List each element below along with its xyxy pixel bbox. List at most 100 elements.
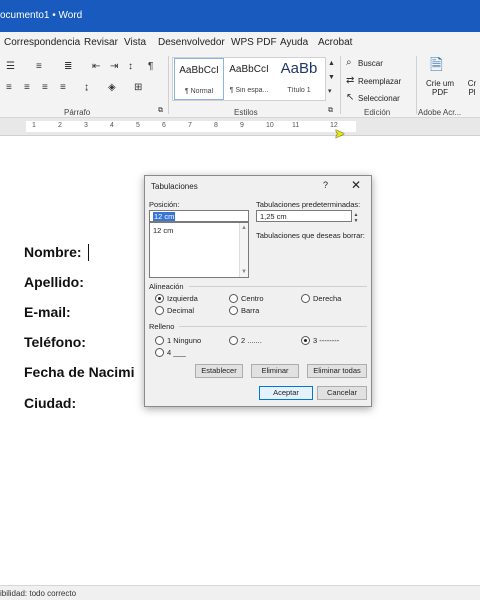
select-button[interactable]: Seleccionar xyxy=(358,94,400,103)
clear-button[interactable]: Eliminar xyxy=(251,364,299,378)
show-marks-icon[interactable]: ¶ xyxy=(148,62,153,72)
style-sample: AaBbCcI xyxy=(179,65,219,76)
multilevel-list-icon[interactable]: ≣ xyxy=(64,62,72,72)
ribbon: ☰ ≡ ≣ ⇤ ⇥ ↕ ¶ ≡ ≡ ≡ ≡ ↨ ◈ ⊞ Párrafo ⧉ Aa… xyxy=(0,52,480,118)
tab-ayuda[interactable]: Ayuda xyxy=(280,37,308,48)
create-pdf-icon[interactable]: 🗎 xyxy=(430,58,443,74)
align-left-radio[interactable]: Izquierda xyxy=(155,294,198,303)
align-right-icon[interactable]: ≡ xyxy=(42,83,48,93)
clear-tabs-label: Tabulaciones que deseas borrar: xyxy=(256,231,365,240)
replace-icon: ⇄ xyxy=(346,75,355,86)
styles-more-icon[interactable]: ▾ xyxy=(328,88,332,95)
scroll-down-icon[interactable]: ▼ xyxy=(241,269,247,275)
clear-all-button[interactable]: Eliminar todas xyxy=(307,364,367,378)
numbering-icon[interactable]: ≡ xyxy=(36,62,42,72)
sort-icon[interactable]: ↕ xyxy=(128,62,133,72)
alignment-label: Alineación xyxy=(149,282,184,291)
search-icon: ⌕ xyxy=(346,57,352,68)
ruler-number: 1 xyxy=(32,122,36,129)
borders-icon[interactable]: ⊞ xyxy=(134,83,142,93)
align-left-icon[interactable]: ≡ xyxy=(6,83,12,93)
style-no-spacing[interactable]: AaBbCcI ¶ Sin espa... xyxy=(224,58,274,100)
styles-scroll-down-icon[interactable]: ▼ xyxy=(328,74,335,81)
tab-revisar[interactable]: Revisar xyxy=(84,37,118,48)
align-center-radio[interactable]: Centro xyxy=(229,294,264,303)
leader-dots-radio[interactable]: 2 ....... xyxy=(229,336,262,345)
position-label: Posición: xyxy=(149,200,180,209)
set-button[interactable]: Establecer xyxy=(195,364,243,378)
list-scrollbar[interactable]: ▲ ▼ xyxy=(239,223,248,277)
list-item[interactable]: 12 cm xyxy=(153,226,173,235)
ruler-number: 9 xyxy=(240,122,244,129)
divider xyxy=(340,56,341,114)
doc-line-email[interactable]: E-mail: xyxy=(24,304,71,320)
decrease-indent-icon[interactable]: ⇤ xyxy=(92,62,100,72)
increase-indent-icon[interactable]: ⇥ xyxy=(110,62,118,72)
find-button[interactable]: Buscar xyxy=(358,59,383,68)
tabs-dialog: Tabulaciones ? ✕ Posición: 12 cm 12 cm ▲… xyxy=(144,175,372,407)
ruler-number: 5 xyxy=(136,122,140,129)
scroll-up-icon[interactable]: ▲ xyxy=(241,225,247,231)
help-button[interactable]: ? xyxy=(323,180,328,190)
cancel-button[interactable]: Cancelar xyxy=(317,386,367,400)
position-list[interactable]: 12 cm ▲ ▼ xyxy=(149,222,249,278)
align-bar-radio[interactable]: Barra xyxy=(229,306,259,315)
align-center-icon[interactable]: ≡ xyxy=(24,83,30,93)
tab-vista[interactable]: Vista xyxy=(124,37,146,48)
ruler-number: 6 xyxy=(162,122,166,129)
ruler-number: 2 xyxy=(58,122,62,129)
doc-line-apellido[interactable]: Apellido: xyxy=(24,274,84,290)
accessibility-status[interactable]: ibilidad: todo correcto xyxy=(0,589,76,598)
style-sample: AaBb xyxy=(280,60,318,77)
leader-label: Relleno xyxy=(149,322,175,331)
leader-none-radio[interactable]: 1 Ninguno xyxy=(155,336,201,345)
ruler-number: 7 xyxy=(188,122,192,129)
horizontal-ruler[interactable]: 1 2 3 4 5 6 7 8 9 10 11 12 xyxy=(0,118,480,136)
create-pdf-secondary-button[interactable]: Cr Pl xyxy=(464,80,480,98)
styles-scroll-up-icon[interactable]: ▲ xyxy=(328,60,335,67)
divider xyxy=(416,56,417,114)
title-bar: ocumento1 • Word xyxy=(0,0,480,32)
close-button[interactable]: ✕ xyxy=(351,178,361,192)
style-normal[interactable]: AaBbCcI ¶ Normal xyxy=(174,58,224,100)
align-right-radio[interactable]: Derecha xyxy=(301,294,341,303)
tab-wps-pdf[interactable]: WPS PDF xyxy=(231,37,277,48)
style-name: ¶ Sin espa... xyxy=(229,87,269,94)
shading-icon[interactable]: ◈ xyxy=(108,83,116,93)
create-pdf-button[interactable]: Crie um PDF xyxy=(420,79,460,98)
position-value: 12 cm xyxy=(153,212,176,221)
bullets-icon[interactable]: ☰ xyxy=(6,62,15,72)
default-tabs-input[interactable]: 1,25 cm xyxy=(256,210,352,222)
mouse-pointer-icon: ➤ xyxy=(334,126,345,141)
ruler-number: 4 xyxy=(110,122,114,129)
window-title: ocumento1 • Word xyxy=(0,10,83,21)
paragraph-launcher-icon[interactable]: ⧉ xyxy=(158,107,163,114)
tab-acrobat[interactable]: Acrobat xyxy=(318,37,352,48)
style-heading-1[interactable]: AaBb Título 1 xyxy=(274,58,324,100)
justify-icon[interactable]: ≡ xyxy=(60,83,66,93)
divider xyxy=(179,326,367,327)
leader-dashes-radio[interactable]: 3 -------- xyxy=(301,336,339,345)
tab-correspondencia[interactable]: Correspondencia xyxy=(4,37,80,48)
leader-underline-radio[interactable]: 4 ___ xyxy=(155,348,186,357)
tab-desenvolvedor[interactable]: Desenvolvedor xyxy=(158,37,225,48)
line-spacing-icon[interactable]: ↨ xyxy=(84,83,89,93)
align-decimal-radio[interactable]: Decimal xyxy=(155,306,194,315)
text-cursor xyxy=(88,244,89,261)
doc-line-fecha[interactable]: Fecha de Nacimi xyxy=(24,364,135,380)
select-arrow-icon: ↖ xyxy=(346,92,355,103)
ruler-number: 8 xyxy=(214,122,218,129)
ok-button[interactable]: Aceptar xyxy=(259,386,313,400)
doc-line-ciudad[interactable]: Ciudad: xyxy=(24,395,76,411)
styles-gallery: AaBbCcI ¶ Normal AaBbCcI ¶ Sin espa... A… xyxy=(172,57,326,101)
doc-line-nombre[interactable]: Nombre: xyxy=(24,244,82,260)
default-tabs-label: Tabulaciones predeterminadas: xyxy=(256,200,361,209)
position-input[interactable]: 12 cm xyxy=(149,210,249,222)
default-tabs-spinner[interactable]: ▲ ▼ xyxy=(352,212,360,224)
style-name: ¶ Normal xyxy=(184,88,214,95)
group-label-paragraph: Párrafo xyxy=(64,108,91,117)
replace-button[interactable]: Reemplazar xyxy=(358,77,401,86)
styles-launcher-icon[interactable]: ⧉ xyxy=(328,107,333,114)
doc-line-telefono[interactable]: Teléfono: xyxy=(24,334,86,350)
ruler-number: 3 xyxy=(84,122,88,129)
